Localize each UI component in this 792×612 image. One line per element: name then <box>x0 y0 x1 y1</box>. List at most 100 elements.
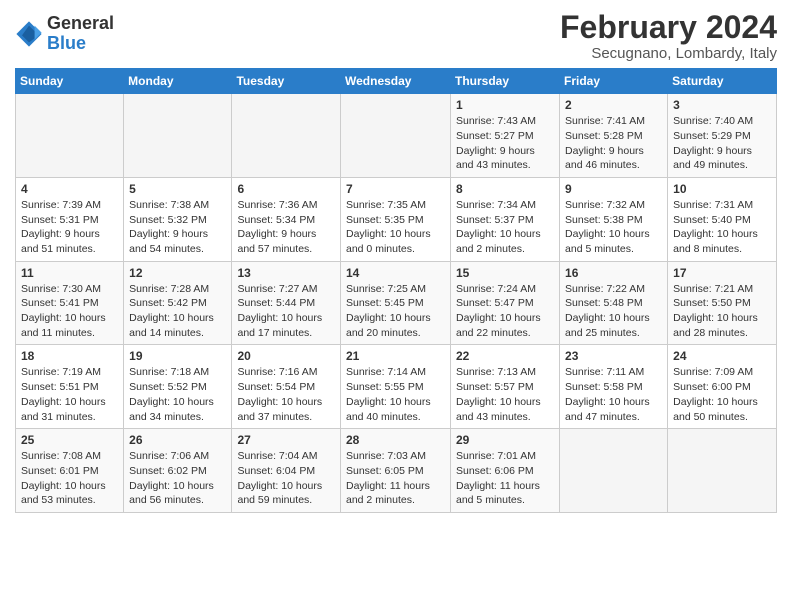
day-info: Sunrise: 7:30 AM Sunset: 5:41 PM Dayligh… <box>21 282 118 341</box>
calendar-cell: 16Sunrise: 7:22 AM Sunset: 5:48 PM Dayli… <box>560 261 668 345</box>
day-number: 27 <box>237 433 335 447</box>
calendar-cell: 23 Sunrise: 7:11 AM Sunset: 5:58 PM Dayli… <box>560 345 668 429</box>
calendar-cell: 19Sunrise: 7:18 AM Sunset: 5:52 PM Dayli… <box>124 345 232 429</box>
calendar-cell <box>668 429 777 513</box>
day-number: 5 <box>129 182 226 196</box>
weekday-header-row: Sunday Monday Tuesday Wednesday Thursday… <box>16 69 777 94</box>
calendar-cell: 5 Sunrise: 7:38 AM Sunset: 5:32 PM Daylig… <box>124 177 232 261</box>
day-number: 25 <box>21 433 118 447</box>
day-info: Sunrise: 7:11 AM Sunset: 5:58 PM Dayligh… <box>565 365 662 424</box>
calendar-cell: 14 Sunrise: 7:25 AM Sunset: 5:45 PM Dayli… <box>341 261 451 345</box>
header-sunday: Sunday <box>16 69 124 94</box>
calendar-cell: 10 Sunrise: 7:31 AM Sunset: 5:40 PM Dayli… <box>668 177 777 261</box>
calendar-cell: 4 Sunrise: 7:39 AM Sunset: 5:31 PM Daylig… <box>16 177 124 261</box>
logo-line1: General <box>47 14 114 34</box>
calendar-cell: 27 Sunrise: 7:04 AM Sunset: 6:04 PM Dayli… <box>232 429 341 513</box>
day-info: Sunrise: 7:38 AM Sunset: 5:32 PM Dayligh… <box>129 198 226 257</box>
day-number: 17 <box>673 266 771 280</box>
calendar-week-4: 25 Sunrise: 7:08 AM Sunset: 6:01 PM Dayli… <box>16 429 777 513</box>
calendar-cell: 1 Sunrise: 7:43 AM Sunset: 5:27 PM Daylig… <box>451 94 560 178</box>
day-number: 23 <box>565 349 662 363</box>
day-info: Sunrise: 7:18 AM Sunset: 5:52 PM Dayligh… <box>129 365 226 424</box>
day-info: Sunrise: 7:28 AM Sunset: 5:42 PM Dayligh… <box>129 282 226 341</box>
day-info: Sunrise: 7:08 AM Sunset: 6:01 PM Dayligh… <box>21 449 118 508</box>
calendar-cell: 7 Sunrise: 7:35 AM Sunset: 5:35 PM Daylig… <box>341 177 451 261</box>
calendar-cell: 24Sunrise: 7:09 AM Sunset: 6:00 PM Dayli… <box>668 345 777 429</box>
day-info: Sunrise: 7:03 AM Sunset: 6:05 PM Dayligh… <box>346 449 445 508</box>
calendar-cell: 8Sunrise: 7:34 AM Sunset: 5:37 PM Daylig… <box>451 177 560 261</box>
calendar-cell: 20 Sunrise: 7:16 AM Sunset: 5:54 PM Dayli… <box>232 345 341 429</box>
day-info: Sunrise: 7:13 AM Sunset: 5:57 PM Dayligh… <box>456 365 554 424</box>
calendar-cell: 6Sunrise: 7:36 AM Sunset: 5:34 PM Daylig… <box>232 177 341 261</box>
day-info: Sunrise: 7:06 AM Sunset: 6:02 PM Dayligh… <box>129 449 226 508</box>
calendar-cell: 15Sunrise: 7:24 AM Sunset: 5:47 PM Dayli… <box>451 261 560 345</box>
day-info: Sunrise: 7:22 AM Sunset: 5:48 PM Dayligh… <box>565 282 662 341</box>
calendar-table: Sunday Monday Tuesday Wednesday Thursday… <box>15 68 777 513</box>
calendar-title: February 2024 <box>560 10 777 45</box>
page: General Blue February 2024 Secugnano, Lo… <box>0 0 792 612</box>
day-number: 7 <box>346 182 445 196</box>
calendar-cell: 25 Sunrise: 7:08 AM Sunset: 6:01 PM Dayli… <box>16 429 124 513</box>
day-number: 14 <box>346 266 445 280</box>
day-info: Sunrise: 7:40 AM Sunset: 5:29 PM Dayligh… <box>673 114 771 173</box>
calendar-cell: 29 Sunrise: 7:01 AM Sunset: 6:06 PM Dayli… <box>451 429 560 513</box>
calendar-cell <box>16 94 124 178</box>
day-info: Sunrise: 7:41 AM Sunset: 5:28 PM Dayligh… <box>565 114 662 173</box>
header: General Blue February 2024 Secugnano, Lo… <box>15 10 777 62</box>
calendar-cell <box>124 94 232 178</box>
day-number: 1 <box>456 98 554 112</box>
calendar-cell: 21 Sunrise: 7:14 AM Sunset: 5:55 PM Dayli… <box>341 345 451 429</box>
day-number: 20 <box>237 349 335 363</box>
day-info: Sunrise: 7:04 AM Sunset: 6:04 PM Dayligh… <box>237 449 335 508</box>
day-info: Sunrise: 7:16 AM Sunset: 5:54 PM Dayligh… <box>237 365 335 424</box>
calendar-cell <box>232 94 341 178</box>
day-info: Sunrise: 7:14 AM Sunset: 5:55 PM Dayligh… <box>346 365 445 424</box>
title-block: February 2024 Secugnano, Lombardy, Italy <box>560 10 777 62</box>
logo-line2: Blue <box>47 34 114 54</box>
day-number: 10 <box>673 182 771 196</box>
calendar-week-0: 1 Sunrise: 7:43 AM Sunset: 5:27 PM Daylig… <box>16 94 777 178</box>
day-info: Sunrise: 7:21 AM Sunset: 5:50 PM Dayligh… <box>673 282 771 341</box>
day-info: Sunrise: 7:43 AM Sunset: 5:27 PM Dayligh… <box>456 114 554 173</box>
calendar-cell: 2 Sunrise: 7:41 AM Sunset: 5:28 PM Daylig… <box>560 94 668 178</box>
day-number: 15 <box>456 266 554 280</box>
day-number: 9 <box>565 182 662 196</box>
calendar-cell <box>560 429 668 513</box>
calendar-cell: 18Sunrise: 7:19 AM Sunset: 5:51 PM Dayli… <box>16 345 124 429</box>
header-wednesday: Wednesday <box>341 69 451 94</box>
day-number: 11 <box>21 266 118 280</box>
calendar-header: Sunday Monday Tuesday Wednesday Thursday… <box>16 69 777 94</box>
day-number: 26 <box>129 433 226 447</box>
day-number: 18 <box>21 349 118 363</box>
day-info: Sunrise: 7:39 AM Sunset: 5:31 PM Dayligh… <box>21 198 118 257</box>
header-friday: Friday <box>560 69 668 94</box>
day-number: 24 <box>673 349 771 363</box>
header-saturday: Saturday <box>668 69 777 94</box>
day-number: 29 <box>456 433 554 447</box>
calendar-cell: 9 Sunrise: 7:32 AM Sunset: 5:38 PM Daylig… <box>560 177 668 261</box>
day-info: Sunrise: 7:25 AM Sunset: 5:45 PM Dayligh… <box>346 282 445 341</box>
day-info: Sunrise: 7:35 AM Sunset: 5:35 PM Dayligh… <box>346 198 445 257</box>
day-info: Sunrise: 7:01 AM Sunset: 6:06 PM Dayligh… <box>456 449 554 508</box>
header-monday: Monday <box>124 69 232 94</box>
calendar-week-1: 4 Sunrise: 7:39 AM Sunset: 5:31 PM Daylig… <box>16 177 777 261</box>
day-number: 3 <box>673 98 771 112</box>
day-number: 12 <box>129 266 226 280</box>
calendar-cell: 17 Sunrise: 7:21 AM Sunset: 5:50 PM Dayli… <box>668 261 777 345</box>
day-number: 2 <box>565 98 662 112</box>
calendar-cell: 28 Sunrise: 7:03 AM Sunset: 6:05 PM Dayli… <box>341 429 451 513</box>
header-tuesday: Tuesday <box>232 69 341 94</box>
day-info: Sunrise: 7:32 AM Sunset: 5:38 PM Dayligh… <box>565 198 662 257</box>
day-info: Sunrise: 7:31 AM Sunset: 5:40 PM Dayligh… <box>673 198 771 257</box>
calendar-cell: 22Sunrise: 7:13 AM Sunset: 5:57 PM Dayli… <box>451 345 560 429</box>
calendar-cell: 26 Sunrise: 7:06 AM Sunset: 6:02 PM Dayli… <box>124 429 232 513</box>
day-number: 4 <box>21 182 118 196</box>
calendar-week-2: 11 Sunrise: 7:30 AM Sunset: 5:41 PM Dayli… <box>16 261 777 345</box>
calendar-cell: 13Sunrise: 7:27 AM Sunset: 5:44 PM Dayli… <box>232 261 341 345</box>
header-thursday: Thursday <box>451 69 560 94</box>
calendar-body: 1 Sunrise: 7:43 AM Sunset: 5:27 PM Daylig… <box>16 94 777 513</box>
day-number: 28 <box>346 433 445 447</box>
day-number: 6 <box>237 182 335 196</box>
day-number: 13 <box>237 266 335 280</box>
day-number: 21 <box>346 349 445 363</box>
